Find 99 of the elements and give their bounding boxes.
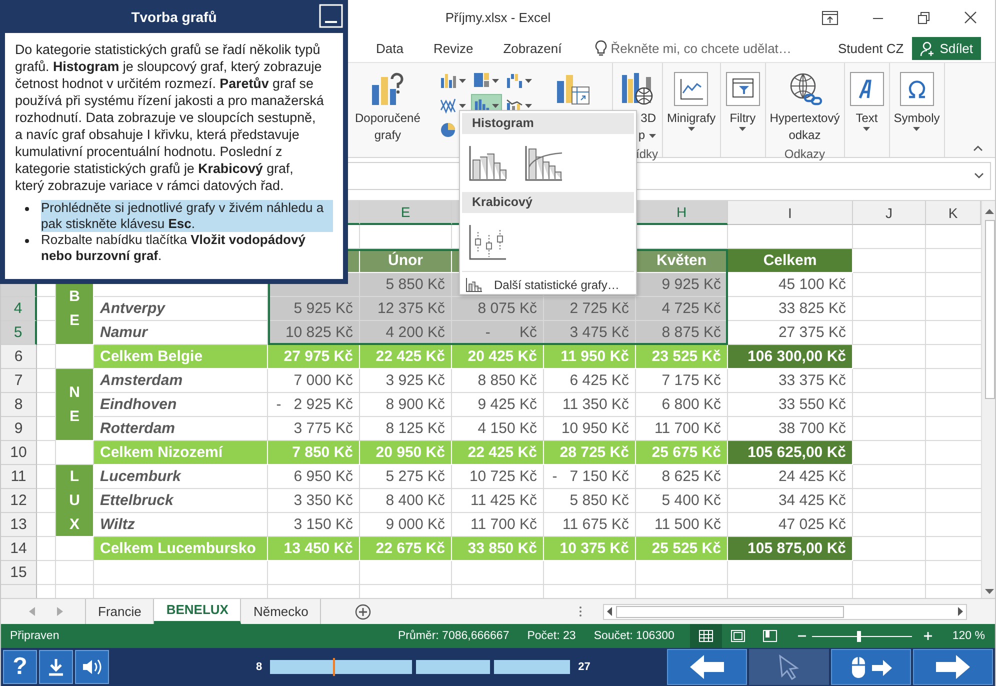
column-header: K [926, 201, 981, 225]
table-cell: 27 975 Kč [268, 345, 360, 369]
table-cell: 106 300,00 Kč [728, 345, 853, 369]
table-cell: 12 375 Kč [360, 297, 452, 321]
table-cell: 6 425 Kč [544, 369, 636, 393]
table-cell: 2 725 Kč [544, 297, 636, 321]
table-cell: Lucemburk [94, 465, 268, 489]
menu-section-title: Histogram [462, 113, 634, 134]
row-header: 4 [1, 297, 37, 321]
table-cell: 34 425 Kč [728, 489, 853, 513]
row-header: 14 [1, 537, 37, 561]
row-header: 8 [1, 393, 37, 417]
table-cell: 8 850 Kč [452, 369, 544, 393]
table-cell: Celkem [728, 249, 853, 273]
table-cell: 10 725 Kč [452, 465, 544, 489]
progress-end: 27 [578, 661, 590, 673]
panel-title: Tvorba grafů [131, 8, 217, 24]
table-cell: 8 625 Kč [636, 465, 728, 489]
table-cell: 8 875 Kč [636, 321, 728, 345]
row-header: 5 [1, 321, 37, 345]
table-cell: Eindhoven [94, 393, 268, 417]
menu-section-title: Krabicový [462, 192, 634, 213]
table-cell: 45 100 Kč [728, 273, 853, 297]
table-cell: - Kč [452, 321, 544, 345]
table-cell: 23 525 Kč [636, 345, 728, 369]
table-cell: 20 950 Kč [360, 441, 452, 465]
table-cell: 5 850 Kč [544, 489, 636, 513]
table-cell: Celkem Belgie [94, 345, 268, 369]
table-cell: 25 675 Kč [636, 441, 728, 465]
table-cell: 13 450 Kč [268, 537, 360, 561]
status-statistic: Součet: 106300 [594, 630, 674, 642]
table-cell: 3 475 Kč [544, 321, 636, 345]
table-cell: 5 850 Kč [360, 273, 452, 297]
column-header: H [636, 201, 728, 225]
instruction-text: Do kategorie statistických grafů se řadí několik typů grafů. Histogram je sloupcový graf, který zobrazuje četnost hodnot v určitém rozmezí. Paretův graf se používá při systému řízení jakosti a pro manažerská rozhodnutí. Data zobrazuje ve sloupcích sestupně, a navíc graf obsahuje I křivku, která představuje kumulativní procentuální hodnotu. Poslední z kategorie statistických grafů je Krabicový graf, který zobrazuje variace v rámci datových řad. [15, 41, 325, 194]
table-cell: 24 425 Kč [728, 465, 853, 489]
table-cell: 33 850 Kč [452, 537, 544, 561]
group-label: Odkazy [783, 146, 826, 162]
table-cell: 20 425 Kč [452, 345, 544, 369]
row-header: 9 [1, 417, 37, 441]
table-cell: - 2 925 Kč [268, 393, 360, 417]
row-header: 10 [1, 441, 37, 465]
region-cell: LUX [56, 465, 94, 537]
table-cell: 11 350 Kč [544, 393, 636, 417]
table-cell: 105 625,00 Kč [728, 441, 853, 465]
table-cell: 3 350 Kč [268, 489, 360, 513]
row-header: 15 [1, 561, 37, 585]
table-cell: 4 725 Kč [636, 297, 728, 321]
table-cell: 7 175 Kč [636, 369, 728, 393]
table-cell: 33 825 Kč [728, 297, 853, 321]
table-cell: 28 725 Kč [544, 441, 636, 465]
progress-start: 8 [256, 661, 262, 673]
row-header: 11 [1, 465, 37, 489]
table-cell: 10 375 Kč [544, 537, 636, 561]
status-statistic: Počet: 23 [527, 630, 576, 642]
table-cell: 7 850 Kč [268, 441, 360, 465]
group-label: ídky [634, 146, 658, 162]
table-cell: Antverpy [94, 297, 268, 321]
table-cell: 9 925 Kč [636, 273, 728, 297]
table-cell: Celkem Lucembursko [94, 537, 268, 561]
table-cell: 9 425 Kč [452, 393, 544, 417]
table-cell: Celkem Nizozemí [94, 441, 268, 465]
row-header: 6 [1, 345, 37, 369]
instruction-step: Rozbalte nabídku tlačítka Vložit vodopádový nebo burzovní graf. [15, 232, 333, 264]
table-cell: 25 525 Kč [636, 537, 728, 561]
table-cell: 6 950 Kč [268, 465, 360, 489]
column-header: E [360, 201, 452, 225]
row-header: 13 [1, 513, 37, 537]
table-cell: 33 550 Kč [728, 393, 853, 417]
row-header: 7 [1, 369, 37, 393]
column-header: I [728, 201, 853, 225]
table-cell: 5 925 Kč [268, 297, 360, 321]
column-header: J [853, 201, 926, 225]
table-cell: Amsterdam [94, 369, 268, 393]
table-cell: 5 400 Kč [636, 489, 728, 513]
table-cell: - 7 150 Kč [544, 465, 636, 489]
table-cell: 6 800 Kč [636, 393, 728, 417]
table-cell: 11 950 Kč [544, 345, 636, 369]
region-cell: NE [56, 369, 94, 441]
table-cell: Únor [360, 249, 452, 273]
table-cell: 3 925 Kč [360, 369, 452, 393]
table-cell: 8 400 Kč [360, 489, 452, 513]
table-cell: 105 875,00 Kč [728, 537, 853, 561]
status-text: Připraven [10, 630, 60, 642]
table-cell: 7 000 Kč [268, 369, 360, 393]
table-cell: 8 900 Kč [360, 393, 452, 417]
row-header: 12 [1, 489, 37, 513]
table-cell: 11 425 Kč [452, 489, 544, 513]
table-cell: 33 375 Kč [728, 369, 853, 393]
table-cell: 22 425 Kč [360, 345, 452, 369]
table-cell: 8 075 Kč [452, 297, 544, 321]
table-cell: 10 825 Kč [268, 321, 360, 345]
table-cell: 22 425 Kč [452, 441, 544, 465]
table-cell: 4 200 Kč [360, 321, 452, 345]
window-title: Příjmy.xlsx - Excel [445, 10, 551, 25]
table-cell: 5 275 Kč [360, 465, 452, 489]
table-cell: 22 675 Kč [360, 537, 452, 561]
table-cell: Ettelbruck [94, 489, 268, 513]
status-statistic: Průměr: 7086,666667 [398, 630, 510, 642]
